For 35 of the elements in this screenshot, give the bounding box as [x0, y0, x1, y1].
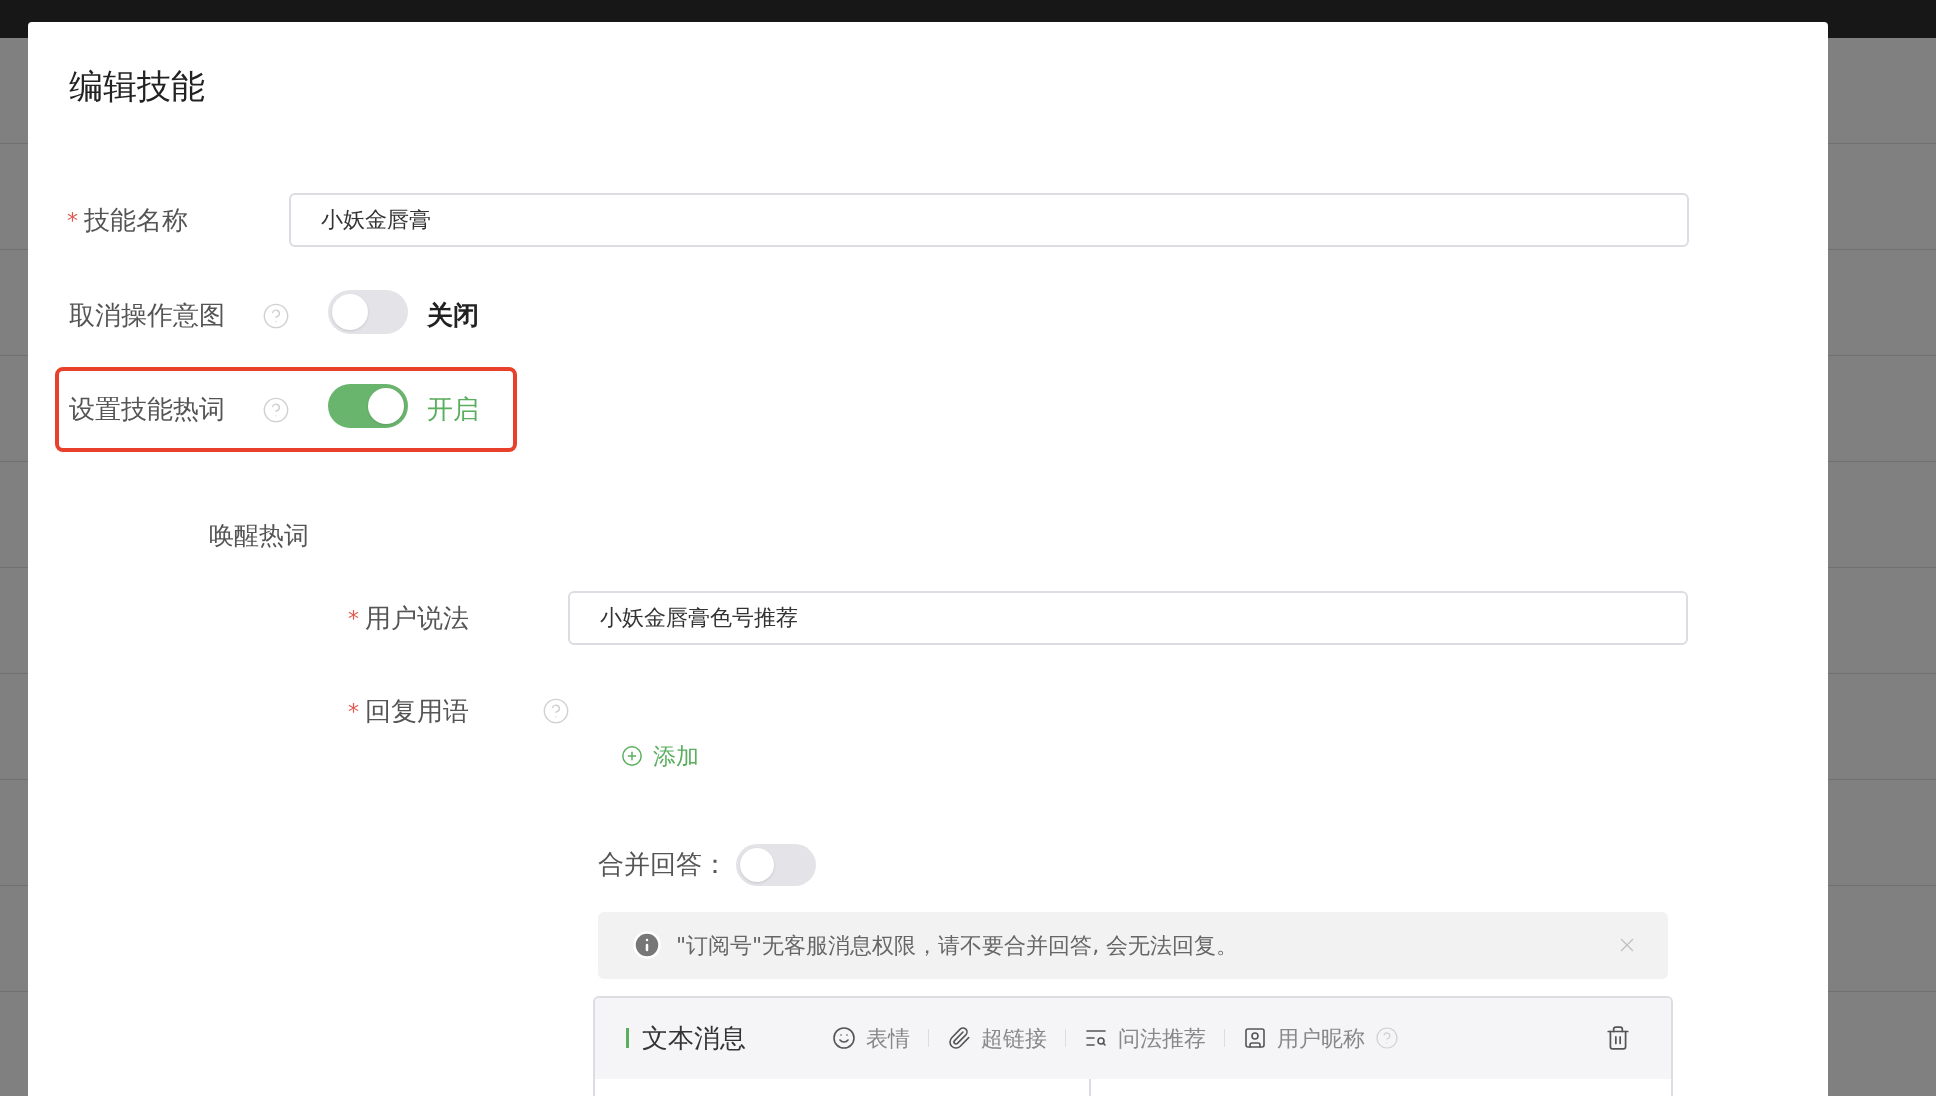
required-asterisk: * — [67, 206, 78, 235]
toggle-switch[interactable] — [328, 384, 408, 428]
toggle-switch[interactable] — [328, 290, 408, 334]
help-icon[interactable] — [262, 301, 290, 330]
required-asterisk: * — [348, 697, 359, 726]
add-button[interactable]: 添加 — [621, 739, 699, 774]
plus-icon — [621, 745, 643, 768]
skill-name-field[interactable]: 小妖金唇膏 — [289, 193, 1689, 247]
toggle-switch[interactable] — [736, 843, 816, 886]
help-icon[interactable] — [262, 395, 290, 424]
switch-state-text: 关闭 — [427, 299, 479, 332]
field-label: 设置技能热词 — [69, 393, 226, 426]
alert-message: "订阅号"无客服消息权限，请不要合并回答, 会无法回复。 — [676, 931, 1240, 960]
info-icon — [632, 930, 662, 960]
user-card-icon[interactable] — [1243, 1026, 1267, 1050]
editor-tab[interactable]: 文本消息 — [642, 1018, 832, 1058]
required-asterisk: * — [348, 604, 359, 633]
switch-state-text: 开启 — [427, 393, 479, 426]
field-label: 技能名称 — [84, 203, 188, 237]
field-label: 用户说法 — [365, 601, 469, 635]
utterance-field[interactable]: 小妖金唇膏色号推荐 — [568, 591, 1688, 645]
toolbar-item[interactable]: 用户昵称 — [1277, 1021, 1365, 1055]
help-icon[interactable] — [1375, 1026, 1399, 1050]
dialog-title: 编辑技能 — [69, 65, 206, 108]
field-label: 取消操作意图 — [69, 299, 226, 332]
trash-icon[interactable] — [1605, 1025, 1631, 1051]
field-label: 合并回答： — [598, 848, 729, 881]
paperclip-icon[interactable] — [947, 1026, 971, 1050]
toolbar-item[interactable]: 超链接 — [981, 1021, 1047, 1055]
smiley-icon[interactable] — [832, 1026, 856, 1050]
field-label: 回复用语 — [365, 694, 469, 728]
help-icon[interactable] — [542, 697, 570, 725]
section-title: 唤醒热词 — [209, 520, 310, 552]
toolbar-item[interactable]: 表情 — [866, 1021, 910, 1055]
toolbar-item[interactable]: 问法推荐 — [1118, 1021, 1206, 1055]
